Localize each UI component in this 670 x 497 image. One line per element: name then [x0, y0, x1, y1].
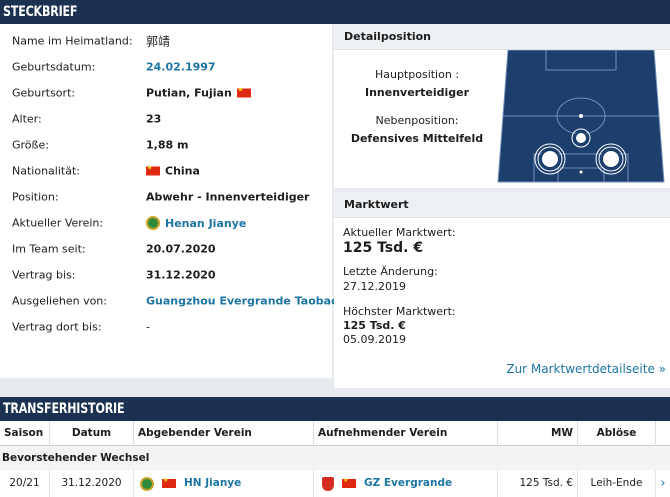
row-value: 23 [146, 112, 162, 126]
row-current-club: Aktueller Verein: Henan Jianye [0, 210, 332, 236]
peak-value: 125 Tsd. € [343, 319, 406, 332]
detail-position-panel: Hauptposition : Innenverteidiger Nebenpo… [334, 50, 670, 188]
row-height: Größe: 1,88 m [0, 132, 332, 158]
transfer-season: 20/21 [0, 470, 50, 497]
row-value: 1,88 m [146, 138, 189, 152]
col-to-club[interactable]: Aufnehmender Verein [314, 421, 498, 446]
row-label: Aktueller Verein: [12, 216, 104, 230]
transfer-fee: Leih-Ende [578, 470, 656, 497]
row-parent-contract: Vertrag dort bis: - [0, 314, 332, 340]
market-value-detail-link[interactable]: Zur Marktwertdetailseite » [506, 362, 666, 376]
club-crest-icon [146, 216, 160, 230]
row-label: Vertrag bis: [12, 268, 76, 282]
transfer-from-club[interactable]: HN Jianye [134, 470, 314, 497]
detail-position-title: Detailposition [334, 24, 670, 50]
row-position: Position: Abwehr - Innenverteidiger [0, 184, 332, 210]
col-fee[interactable]: Ablöse [578, 421, 656, 446]
row-native-name: Name im Heimatland: 郭靖 [0, 28, 332, 54]
transfer-to-club[interactable]: GZ Evergrande [314, 470, 498, 497]
row-label: Ausgeliehen von: [12, 294, 107, 308]
current-value: 125 Tsd. € [343, 240, 424, 256]
current-value-label: Aktueller Marktwert: [343, 226, 456, 239]
col-date[interactable]: Datum [50, 421, 134, 446]
row-value: Putian, Fujian [146, 86, 251, 100]
chevron-right-icon[interactable]: › [656, 470, 670, 497]
row-value: 31.12.2020 [146, 268, 216, 282]
side-position-label: Nebenposition: [375, 114, 459, 127]
side-panels: Detailposition Hauptposition : Innenvert… [334, 24, 670, 388]
transfer-date: 31.12.2020 [50, 470, 134, 497]
row-value: 20.07.2020 [146, 242, 216, 256]
main-position-value: Innenverteidiger [365, 86, 469, 99]
row-birthdate: Geburtsdatum: 24.02.1997 [0, 54, 332, 80]
row-label: Vertrag dort bis: [12, 320, 102, 334]
transfer-row[interactable]: 20/21 31.12.2020 HN Jianye GZ Evergrande… [0, 470, 670, 497]
row-label: Größe: [12, 138, 49, 152]
pitch-diagram [497, 50, 665, 183]
row-label: Position: [12, 190, 59, 204]
profile-panel: Name im Heimatland: 郭靖 Geburtsdatum: 24.02… [0, 24, 339, 378]
transfer-header: TRANSFERHISTORIE [0, 397, 670, 421]
row-value: China [146, 164, 200, 178]
col-from-club[interactable]: Abgebender Verein [134, 421, 314, 446]
market-value-title: Marktwert [334, 192, 670, 218]
row-value: - [146, 320, 150, 334]
china-flag-icon [342, 476, 356, 488]
to-club-link[interactable]: GZ Evergrande [364, 470, 452, 497]
row-label: Nationalität: [12, 164, 80, 178]
side-position-value: Defensives Mittelfeld [350, 132, 484, 145]
club-crest-icon [140, 476, 154, 491]
side-position-marker [574, 131, 588, 145]
row-joined: Im Team seit: 20.07.2020 [0, 236, 332, 262]
row-loaned-from: Ausgeliehen von: Guangzhou Evergrande Tao… [0, 288, 339, 314]
last-change-value: 27.12.2019 [343, 280, 406, 293]
current-club-link[interactable]: Henan Jianye [146, 216, 246, 230]
china-flag-icon [162, 476, 176, 488]
profile-header: STECKBRIEF [0, 0, 670, 24]
profile-title: STECKBRIEF [3, 4, 78, 20]
pending-transfer-label: Bevorstehender Wechsel [0, 446, 670, 470]
peak-date: 05.09.2019 [343, 333, 406, 346]
row-label: Alter: [12, 112, 42, 126]
row-value: 郭靖 [146, 34, 171, 49]
row-contract: Vertrag bis: 31.12.2020 [0, 262, 332, 288]
row-age: Alter: 23 [0, 106, 332, 132]
row-birthplace: Geburtsort: Putian, Fujian [0, 80, 332, 106]
from-club-link[interactable]: HN Jianye [184, 470, 241, 497]
loaned-from-link[interactable]: Guangzhou Evergrande Taobao [146, 295, 339, 308]
row-label: Geburtsort: [12, 86, 76, 100]
row-nationality: Nationalität: China [0, 158, 332, 184]
col-season[interactable]: Saison [0, 421, 50, 446]
china-flag-icon [146, 164, 160, 176]
china-flag-icon [236, 86, 251, 98]
birthdate-link[interactable]: 24.02.1997 [146, 61, 216, 74]
transfer-title: TRANSFERHISTORIE [3, 401, 125, 417]
col-market-value[interactable]: MW [498, 421, 578, 446]
last-change-label: Letzte Änderung: [343, 265, 438, 278]
row-label: Im Team seit: [12, 242, 86, 256]
row-value: Abwehr - Innenverteidiger [146, 190, 310, 204]
club-crest-icon [322, 476, 334, 491]
peak-value-label: Höchster Marktwert: [343, 305, 456, 318]
transfer-table-header: Saison Datum Abgebender Verein Aufnehmen… [0, 421, 670, 446]
transfer-market-value: 125 Tsd. € [498, 470, 578, 497]
row-label: Geburtsdatum: [12, 60, 96, 74]
main-position-label: Hauptposition : [374, 68, 460, 81]
row-label: Name im Heimatland: [12, 34, 133, 48]
